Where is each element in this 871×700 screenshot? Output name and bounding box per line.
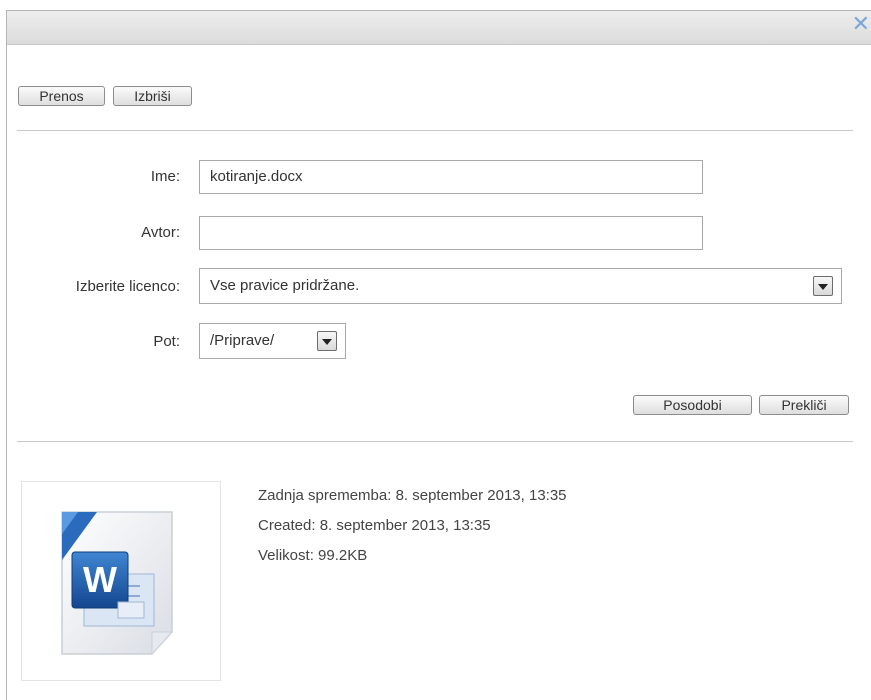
license-select-value: Vse pravice pridržane.: [210, 277, 360, 294]
file-size: Velikost: 99.2KB: [258, 547, 368, 564]
file-thumbnail: W: [21, 481, 221, 681]
cancel-button[interactable]: Prekliči: [759, 395, 849, 415]
path-label: Pot:: [153, 333, 180, 350]
chevron-down-icon[interactable]: [813, 276, 833, 296]
divider-top: [17, 130, 853, 131]
author-label: Avtor:: [141, 224, 180, 241]
name-label: Ime:: [150, 168, 180, 185]
close-icon[interactable]: ✕: [852, 14, 870, 36]
word-document-icon: W: [61, 511, 174, 656]
name-input[interactable]: kotiranje.docx: [199, 160, 703, 194]
path-select[interactable]: /Priprave/: [199, 323, 346, 359]
svg-text:W: W: [83, 559, 117, 600]
license-label: Izberite licenco:: [75, 278, 180, 295]
divider-bottom: [17, 441, 853, 442]
update-button[interactable]: Posodobi: [633, 395, 752, 415]
modified-date: Zadnja sprememba: 8. september 2013, 13:…: [258, 487, 567, 504]
license-select[interactable]: Vse pravice pridržane.: [199, 268, 842, 304]
file-properties-dialog: ✕ Prenos Izbriši Ime: kotiranje.docx Avt…: [6, 10, 871, 700]
author-input[interactable]: [199, 216, 703, 250]
path-select-value: /Priprave/: [210, 332, 275, 349]
dialog-titlebar: ✕: [7, 11, 871, 45]
chevron-down-icon[interactable]: [317, 331, 337, 351]
delete-button[interactable]: Izbriši: [113, 86, 192, 106]
created-date: Created: 8. september 2013, 13:35: [258, 517, 491, 534]
download-button[interactable]: Prenos: [18, 86, 105, 106]
